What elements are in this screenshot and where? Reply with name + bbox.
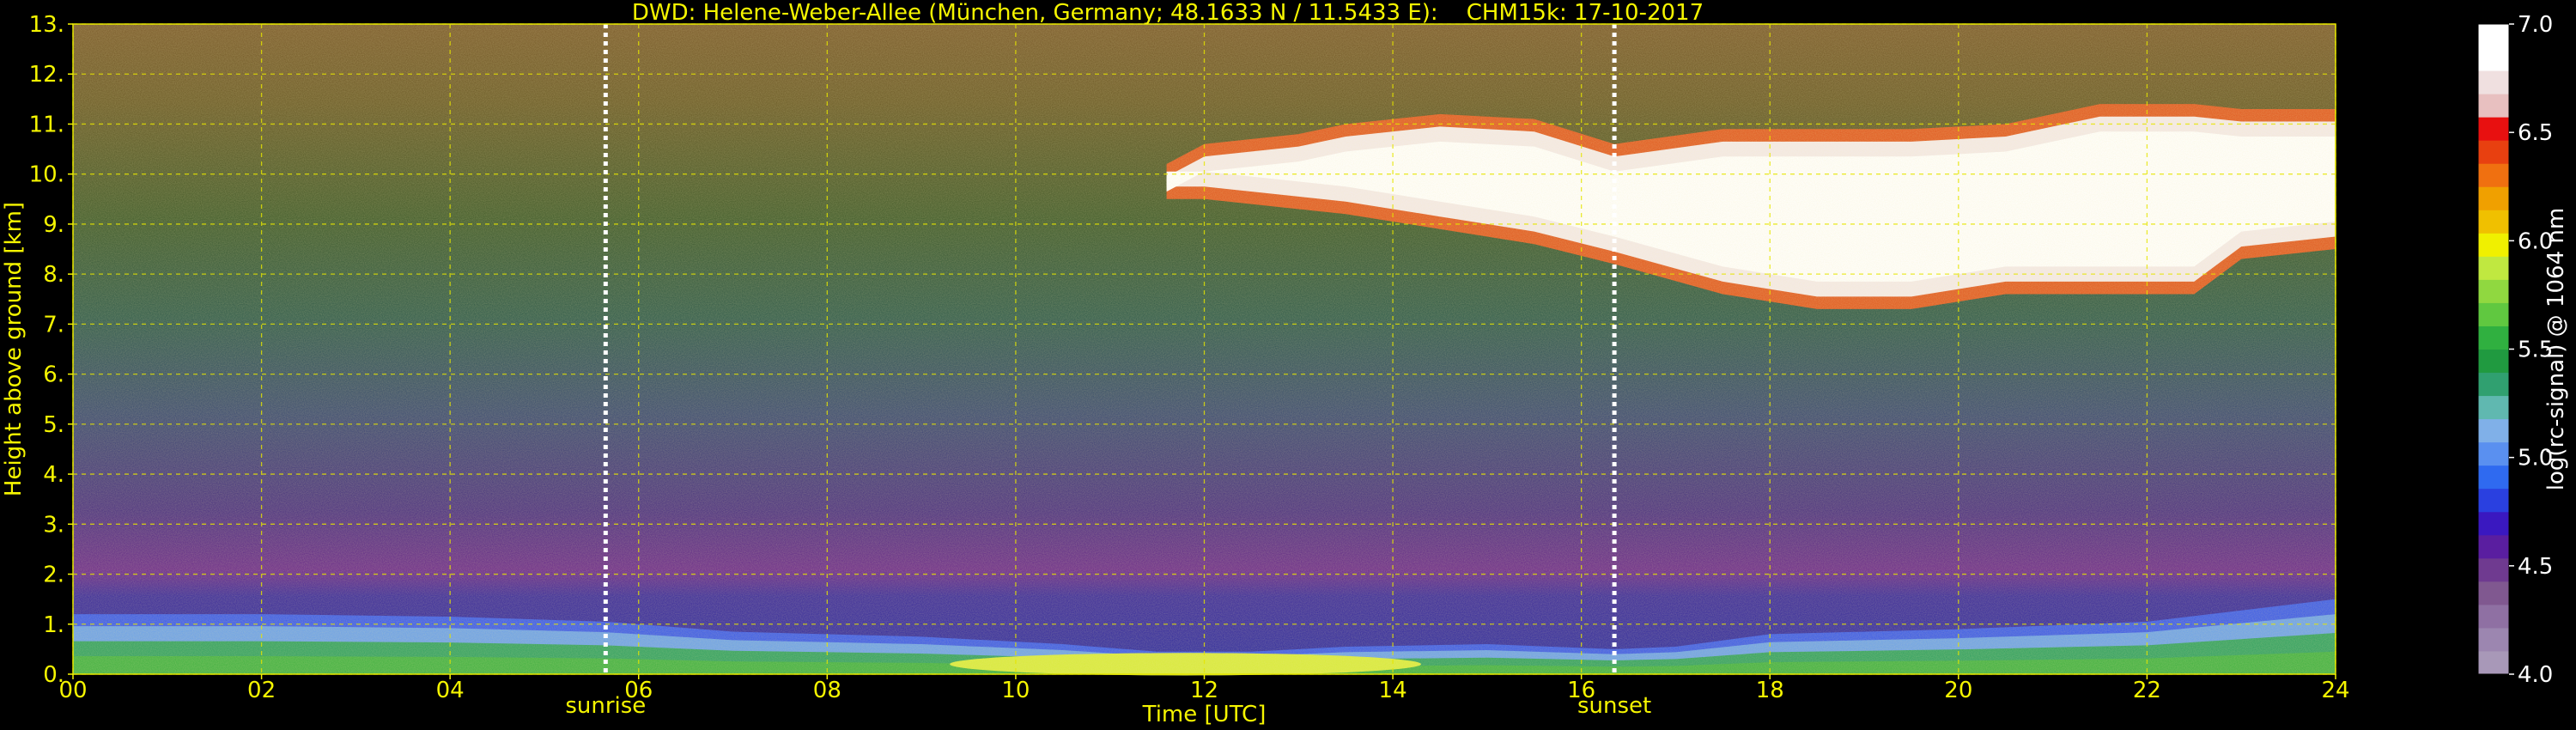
colorbar-swatch	[2478, 279, 2509, 303]
colorbar-swatch	[2478, 163, 2509, 187]
colorbar-swatch	[2478, 47, 2509, 71]
y-tick-label: 7.	[43, 312, 64, 338]
y-tick-label: 6.	[43, 362, 64, 388]
chart-title: DWD: Helene-Weber-Allee (München, German…	[631, 0, 1704, 26]
x-tick-label: 20	[1944, 678, 1972, 703]
colorbar-swatch	[2478, 372, 2509, 397]
colorbar-swatch	[2478, 488, 2509, 513]
x-tick-label: 16	[1567, 678, 1595, 703]
y-tick-label: 2.	[43, 563, 64, 588]
y-tick-label: 3.	[43, 512, 64, 538]
colorbar-tick-label: 6.5	[2518, 120, 2553, 146]
y-tick-label: 9.	[43, 212, 64, 238]
ceilometer-chart: sunrise sunset00 02 04 06 08 10 12 14 16 18 20 22 240…	[1, 12, 2569, 727]
x-tick-label: 06	[624, 678, 653, 703]
colorbar-label: log(rc-signal) @ 1064 nm	[2543, 208, 2569, 490]
colorbar-swatch	[2478, 140, 2509, 164]
x-tick-label: 04	[436, 678, 465, 703]
colorbar-swatch	[2478, 233, 2509, 257]
colorbar: 4.04.55.05.56.06.57.0log(rc-signal) @ 10…	[2477, 12, 2569, 688]
colorbar-swatch	[2478, 94, 2509, 118]
x-tick-label: 18	[1756, 678, 1784, 703]
colorbar-swatch	[2478, 256, 2509, 280]
x-axis-label: Time [UTC]	[1142, 702, 1267, 727]
colorbar-swatch	[2478, 557, 2509, 582]
x-tick-label: 02	[247, 678, 276, 703]
y-tick-label: 10.	[29, 162, 64, 188]
colorbar-swatch	[2478, 441, 2509, 466]
colorbar-swatch	[2478, 210, 2509, 234]
y-tick-label: 5.	[43, 412, 64, 438]
colorbar-tick-label: 7.0	[2518, 12, 2553, 38]
x-tick-label: 08	[813, 678, 841, 703]
colorbar-swatch	[2478, 534, 2509, 559]
x-tick-label: 22	[2133, 678, 2161, 703]
colorbar-swatch	[2478, 117, 2509, 141]
colorbar-swatch	[2478, 395, 2509, 420]
colorbar-swatch	[2478, 418, 2509, 443]
y-tick-label: 4.	[43, 462, 64, 488]
colorbar-tick-label: 4.0	[2518, 662, 2553, 688]
x-tick-label: 14	[1379, 678, 1407, 703]
y-axis-label: Height above ground [km]	[1, 202, 27, 496]
y-tick-label: 12.	[29, 62, 64, 88]
y-tick-label: 8.	[43, 262, 64, 288]
x-tick-label: 24	[2321, 678, 2349, 703]
colorbar-swatch	[2478, 627, 2509, 652]
colorbar-swatch	[2478, 650, 2509, 675]
y-tick-label: 11.	[29, 112, 64, 137]
colorbar-swatch	[2478, 465, 2509, 490]
colorbar-swatch	[2478, 604, 2509, 629]
colorbar-swatch	[2478, 511, 2509, 536]
x-tick-label: 12	[1190, 678, 1218, 703]
colorbar-swatch	[2478, 325, 2509, 350]
colorbar-swatch	[2478, 186, 2509, 210]
colorbar-swatch	[2478, 349, 2509, 374]
colorbar-swatch	[2478, 302, 2509, 326]
y-tick-label: 0.	[43, 662, 64, 688]
colorbar-tick-label: 4.5	[2518, 554, 2553, 580]
x-tick-label: 10	[1001, 678, 1030, 703]
colorbar-swatch	[2478, 581, 2509, 605]
colorbar-swatch	[2478, 24, 2509, 48]
colorbar-swatch	[2478, 70, 2509, 94]
y-tick-label: 1.	[43, 612, 64, 638]
